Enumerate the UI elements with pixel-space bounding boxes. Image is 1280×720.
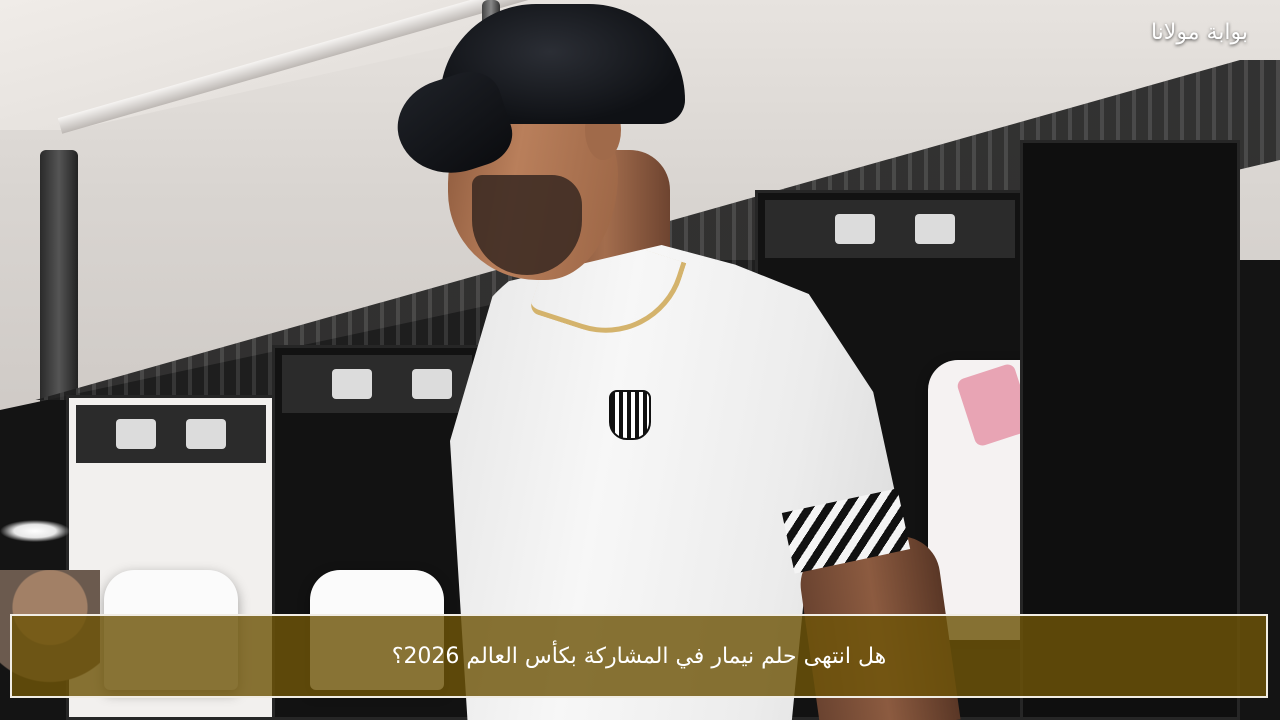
- headline-banner: هل انتهى حلم نيمار في المشاركة بكأس العا…: [10, 614, 1268, 698]
- brand-logo-text: بوابة مولانا: [1150, 20, 1248, 45]
- ceiling-pipe: [40, 150, 78, 420]
- photo-scene: [0, 0, 1280, 720]
- headline-text: هل انتهى حلم نيمار في المشاركة بكأس العا…: [391, 643, 887, 669]
- locker-banner: [76, 405, 266, 463]
- locker-banner: [765, 200, 1015, 258]
- light-spot: [0, 520, 70, 542]
- locker-banner: [282, 355, 472, 413]
- club-crest-icon: [609, 390, 651, 440]
